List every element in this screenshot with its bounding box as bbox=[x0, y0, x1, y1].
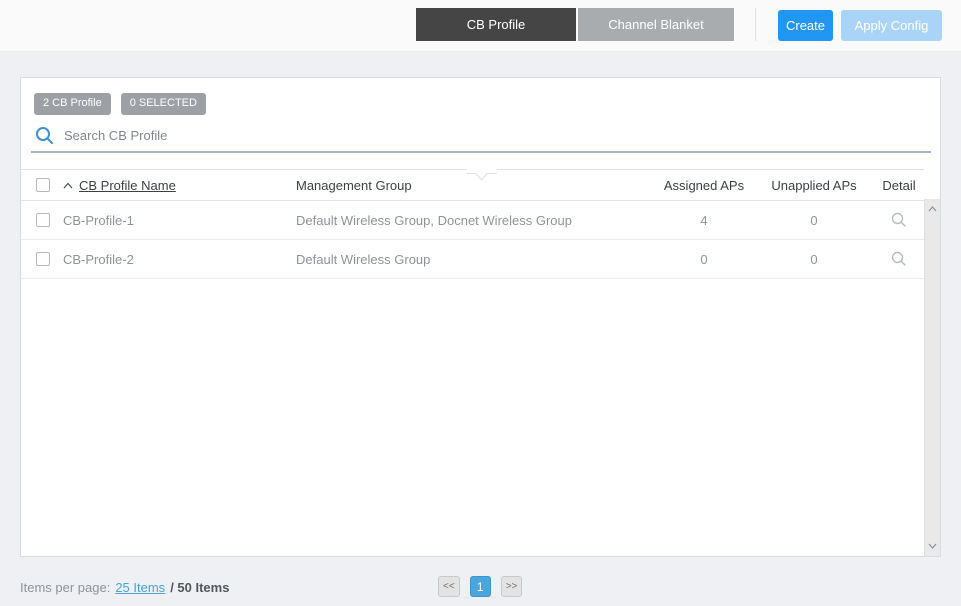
items-per-page-group: Items per page: 25 Items / 50 Items bbox=[20, 580, 229, 595]
management-group-cell: Default Wireless Group bbox=[296, 251, 431, 267]
detail-button[interactable] bbox=[874, 251, 924, 267]
column-header-assigned-aps: Assigned APs bbox=[663, 177, 745, 193]
apply-config-button[interactable]: Apply Config bbox=[841, 10, 942, 41]
cb-profile-name-cell: CB-Profile-1 bbox=[63, 212, 134, 228]
badge-row: 2 CB Profile 0 SELECTED bbox=[34, 93, 206, 115]
column-header-management-group: Management Group bbox=[296, 177, 412, 193]
row-checkbox[interactable] bbox=[36, 213, 50, 227]
column-header-name[interactable]: CB Profile Name bbox=[79, 178, 176, 193]
last-page-button[interactable]: >> bbox=[500, 576, 523, 597]
assigned-aps-cell: 4 bbox=[700, 212, 708, 228]
column-header-detail: Detail bbox=[882, 177, 916, 193]
table-row[interactable]: CB-Profile-1 Default Wireless Group, Doc… bbox=[21, 201, 924, 240]
first-page-button[interactable]: << bbox=[438, 576, 460, 597]
header-checkbox-cell bbox=[21, 178, 61, 192]
tab-cb-profile-label: CB Profile bbox=[466, 17, 526, 32]
count-badge: 2 CB Profile bbox=[34, 93, 111, 115]
table-scrollbar[interactable] bbox=[924, 199, 940, 556]
assigned-aps-cell: 0 bbox=[700, 251, 708, 267]
detail-magnifier-icon bbox=[891, 212, 907, 228]
selected-badge: 0 SELECTED bbox=[120, 93, 206, 115]
unapplied-aps-cell: 0 bbox=[810, 212, 818, 228]
row-checkbox-cell bbox=[21, 213, 61, 227]
total-items-label: / 50 Items bbox=[170, 580, 230, 595]
create-button[interactable]: Create bbox=[778, 10, 833, 41]
search-input[interactable] bbox=[64, 128, 929, 143]
scroll-down-icon[interactable] bbox=[925, 538, 940, 554]
sort-ascending-icon[interactable] bbox=[63, 182, 73, 189]
management-group-cell: Default Wireless Group, Docnet Wireless … bbox=[296, 212, 572, 228]
pagination: << 1 >> bbox=[438, 576, 523, 597]
tab-cb-profile[interactable]: CB Profile bbox=[416, 8, 576, 41]
cb-profile-panel: 2 CB Profile 0 SELECTED CB Prof bbox=[20, 77, 941, 557]
row-checkbox-cell bbox=[21, 252, 61, 266]
table-body: CB-Profile-1 Default Wireless Group, Doc… bbox=[21, 201, 924, 279]
search-box bbox=[31, 124, 931, 153]
unapplied-aps-cell: 0 bbox=[810, 251, 818, 267]
current-page-button[interactable]: 1 bbox=[469, 576, 491, 597]
page-size-link[interactable]: 25 Items bbox=[115, 580, 165, 595]
top-toolbar: CB Profile Channel Blanket Create Apply … bbox=[0, 0, 961, 52]
row-checkbox[interactable] bbox=[36, 252, 50, 266]
tab-channel-blanket[interactable]: Channel Blanket bbox=[578, 8, 734, 41]
column-header-unapplied-aps: Unapplied APs bbox=[771, 177, 857, 193]
table-row[interactable]: CB-Profile-2 Default Wireless Group 0 0 bbox=[21, 240, 924, 279]
header-name-cell[interactable]: CB Profile Name bbox=[61, 178, 296, 193]
search-icon bbox=[35, 126, 54, 145]
detail-magnifier-icon bbox=[891, 251, 907, 267]
tab-channel-blanket-label: Channel Blanket bbox=[608, 17, 704, 32]
toolbar-divider bbox=[755, 8, 756, 41]
table-header: CB Profile Name Management Group Assigne… bbox=[21, 170, 924, 201]
select-all-checkbox[interactable] bbox=[36, 178, 50, 192]
scroll-up-icon[interactable] bbox=[925, 201, 940, 217]
cb-profile-name-cell: CB-Profile-2 bbox=[63, 251, 134, 267]
items-per-page-label: Items per page: bbox=[20, 580, 111, 595]
detail-button[interactable] bbox=[874, 212, 924, 228]
